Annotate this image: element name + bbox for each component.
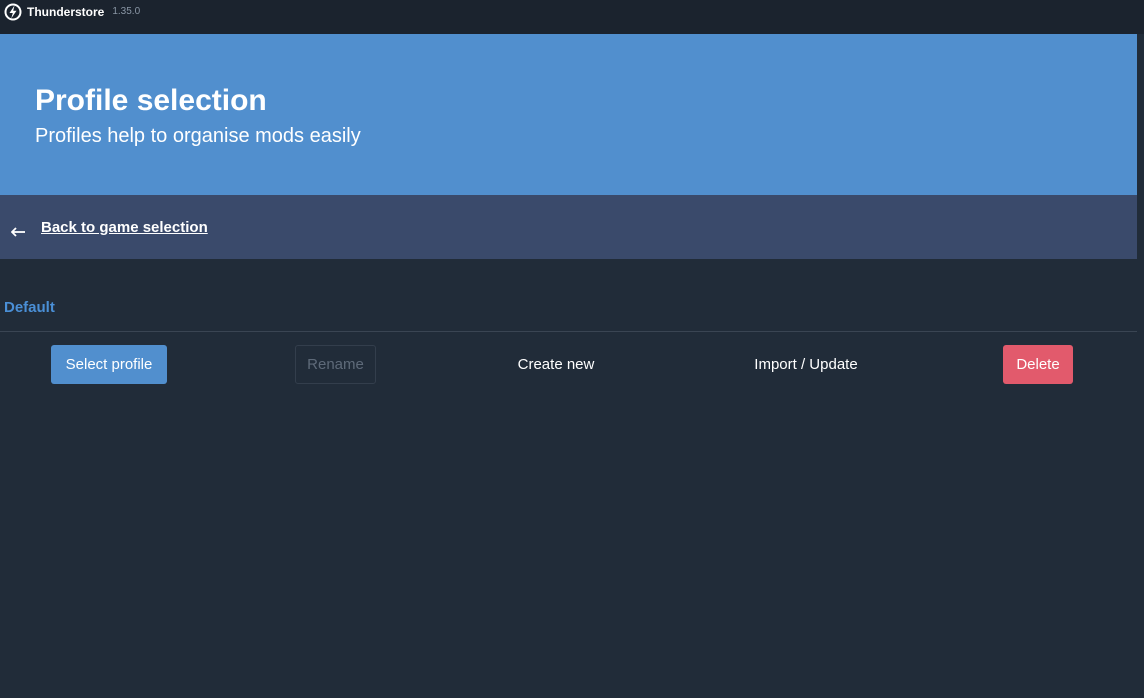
page-title: Profile selection xyxy=(35,84,267,117)
divider xyxy=(0,331,1137,332)
back-to-game-selection-link[interactable]: Back to game selection xyxy=(41,219,208,236)
import-update-button[interactable]: Import / Update xyxy=(735,345,877,384)
rename-button[interactable]: Rename xyxy=(295,345,376,384)
select-profile-button[interactable]: Select profile xyxy=(51,345,167,384)
arrow-left-icon[interactable] xyxy=(10,222,26,237)
window-titlebar: Thunderstore 1.35.0 xyxy=(0,0,1144,34)
page-header: Profile selection Profiles help to organ… xyxy=(0,34,1137,195)
app-name: Thunderstore xyxy=(27,5,105,19)
app-version: 1.35.0 xyxy=(112,6,141,17)
delete-button[interactable]: Delete xyxy=(1003,345,1073,384)
page-subtitle: Profiles help to organise mods easily xyxy=(35,125,361,147)
back-navigation-bar: Back to game selection xyxy=(0,195,1137,259)
profile-item-default[interactable]: Default xyxy=(4,299,55,317)
create-new-button[interactable]: Create new xyxy=(505,345,607,384)
thunderstore-logo-icon xyxy=(4,3,22,21)
